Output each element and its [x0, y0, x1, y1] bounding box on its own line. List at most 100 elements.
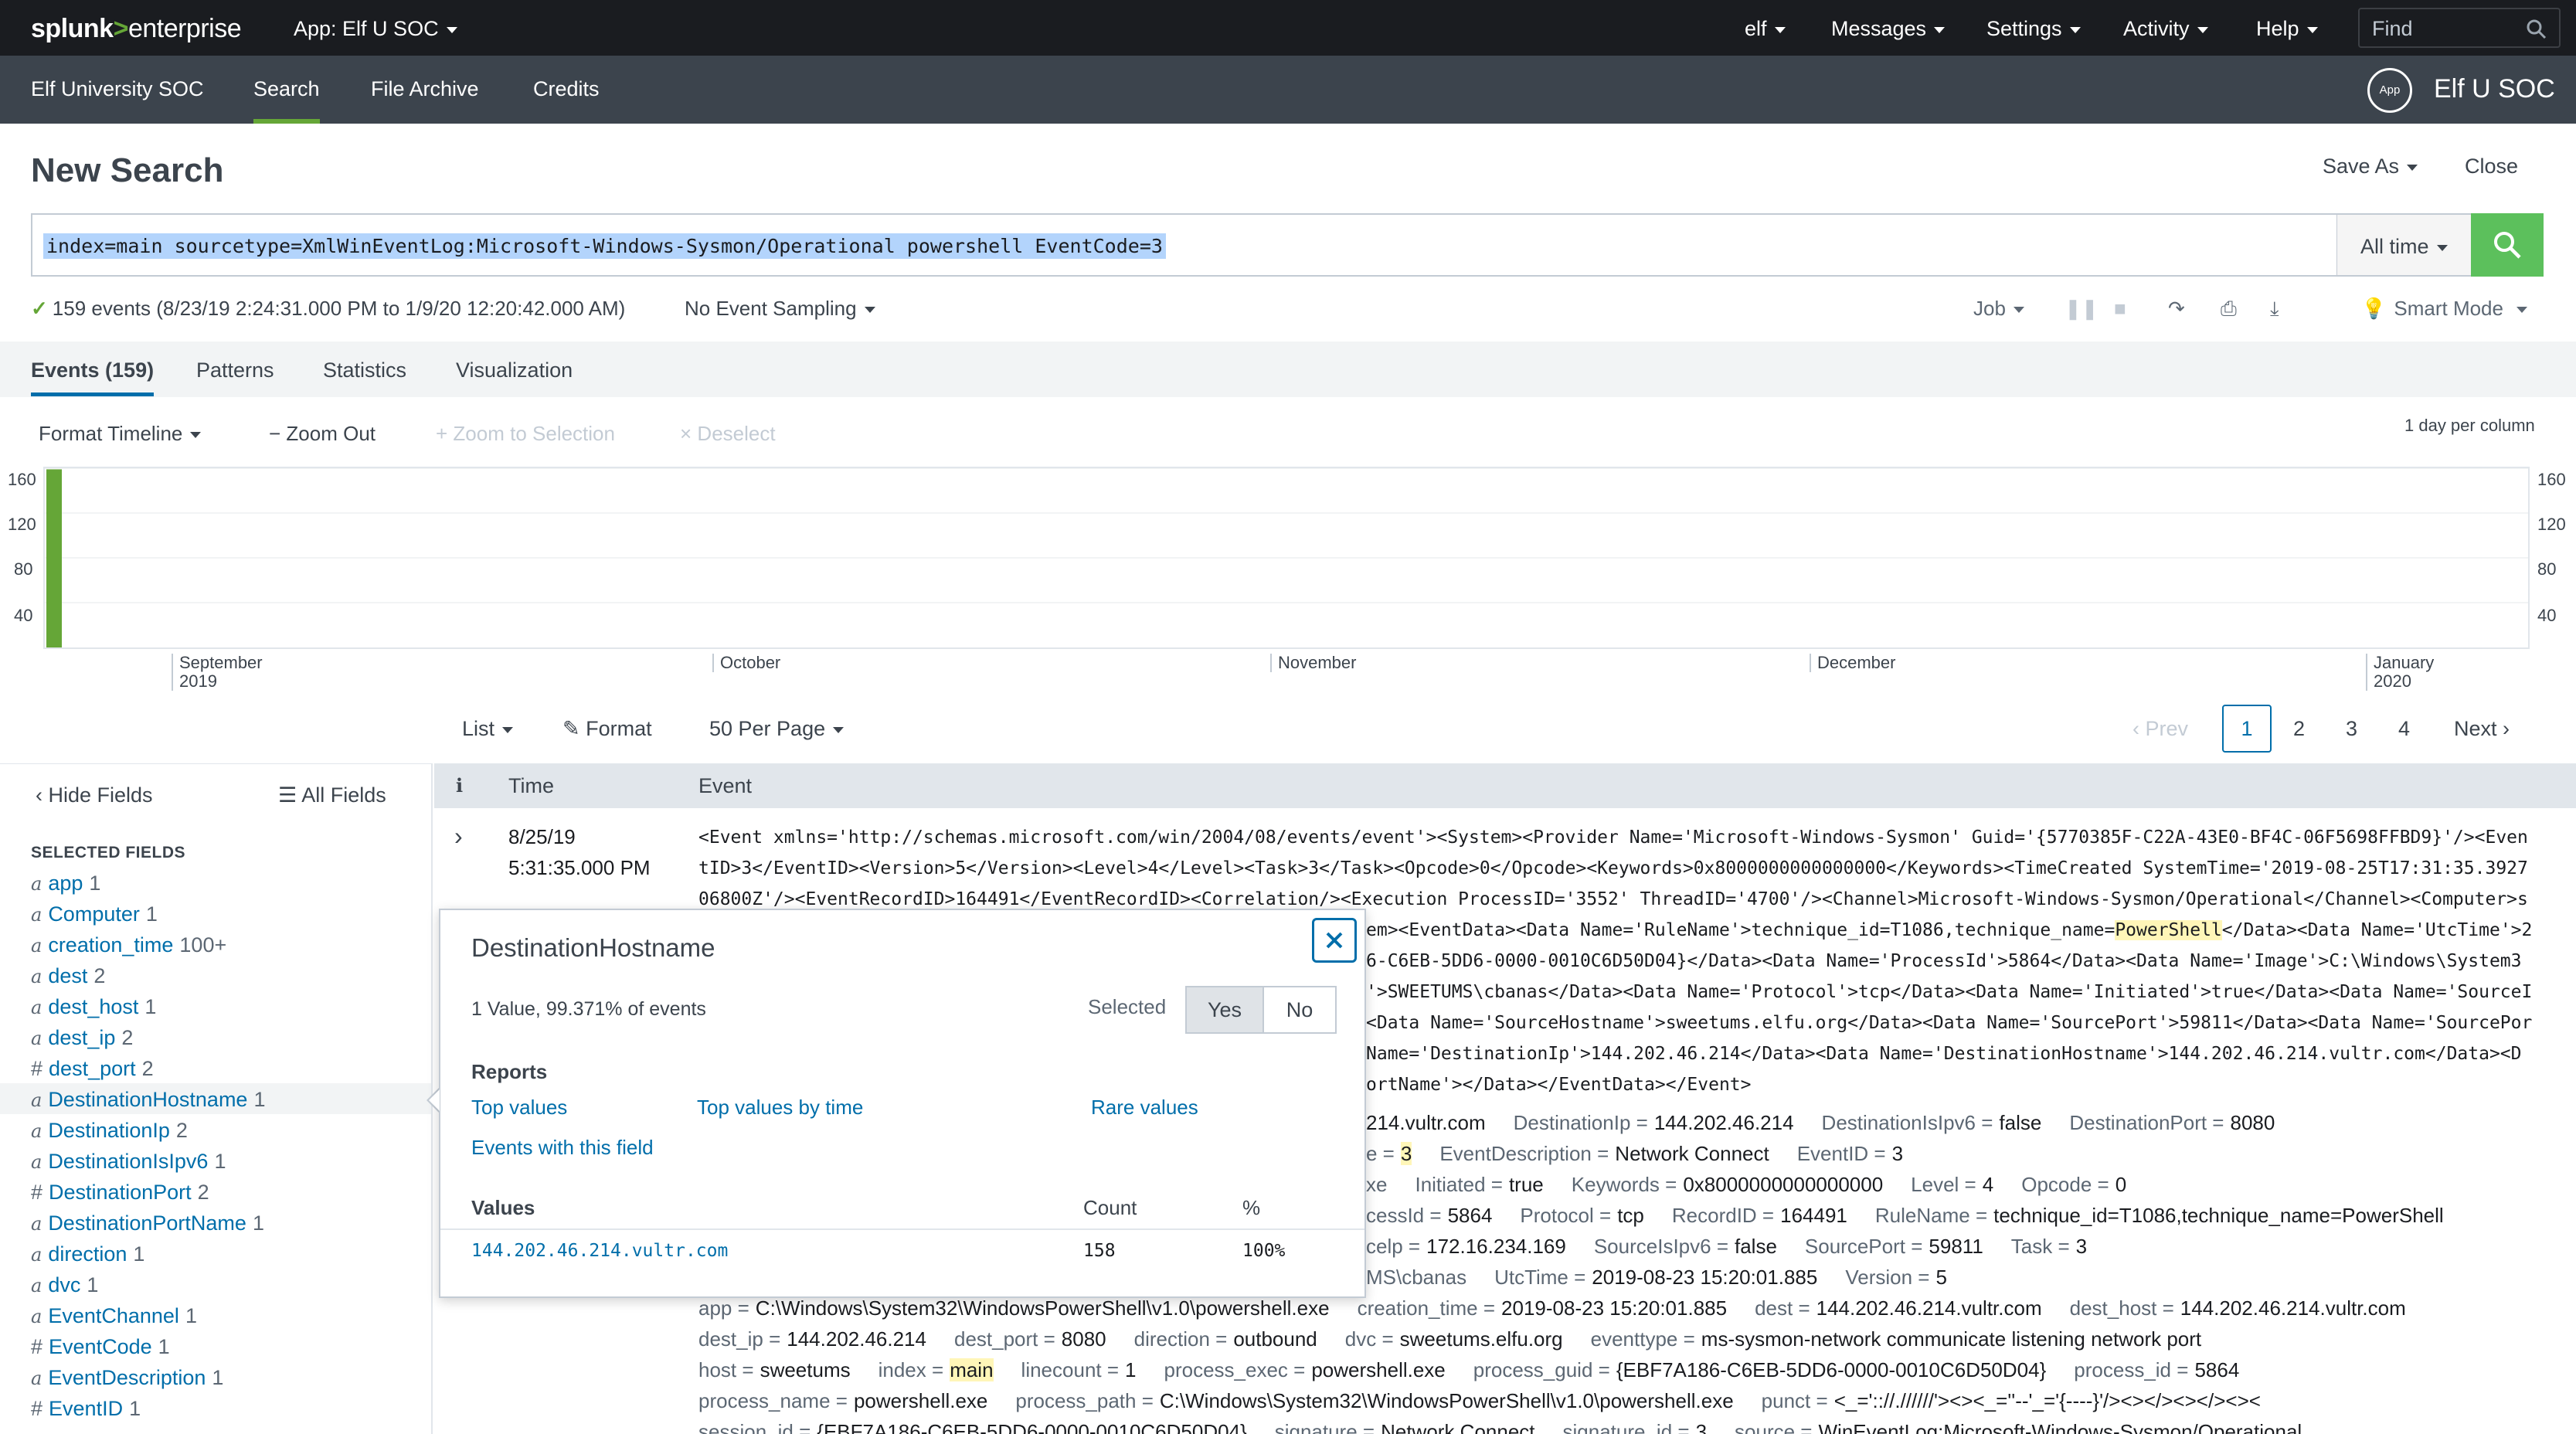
nav-search[interactable]: Search — [253, 77, 320, 124]
event-field-value[interactable]: tcp — [1617, 1204, 1644, 1227]
event-field-value[interactable]: 2019-08-23 15:20:01.885 — [1592, 1266, 1817, 1289]
event-field-value[interactable]: 4 — [1983, 1173, 1993, 1196]
print-icon[interactable]: ⎙ — [2221, 297, 2237, 321]
sidebar-field-dvc[interactable]: a dvc 1 — [31, 1273, 98, 1297]
event-field-value[interactable]: 214.vultr.com — [1366, 1111, 1486, 1134]
event-field-pair[interactable]: DestinationPort = 8080 — [2069, 1111, 2275, 1134]
event-field-pair[interactable]: session_id = {EBF7A186-C6EB-5DD6-0000-001… — [698, 1420, 1247, 1434]
event-field-value[interactable]: 5864 — [1448, 1204, 1493, 1227]
search-mode-menu[interactable]: 💡 Smart Mode — [2361, 297, 2527, 321]
job-menu[interactable]: Job — [1973, 297, 2024, 321]
event-field-value[interactable]: 144.202.46.214 — [787, 1327, 926, 1351]
event-field-value[interactable]: 5864 — [2194, 1358, 2239, 1381]
hide-fields-button[interactable]: ‹ Hide Fields — [36, 783, 153, 807]
event-field-value[interactable]: 3 — [1892, 1142, 1903, 1165]
raw-segment[interactable]: </Data><Data Name='UtcTime'>2 — [2222, 920, 2533, 940]
prev-page-button[interactable]: ‹ Prev — [2133, 717, 2188, 741]
event-field-pair[interactable]: linecount = 1 — [1021, 1358, 1137, 1381]
event-field-value[interactable]: 59811 — [1929, 1235, 1983, 1258]
event-field-value[interactable]: 3 — [1400, 1142, 1412, 1165]
sidebar-field-direction[interactable]: a direction 1 — [31, 1242, 144, 1266]
sidebar-field-dest-host[interactable]: a dest_host 1 — [31, 995, 156, 1019]
event-field-pair[interactable]: process_path = C:\Windows\System32\Window… — [1015, 1389, 1733, 1412]
event-field-pair[interactable]: Protocol = tcp — [1520, 1204, 1643, 1227]
page-2-button[interactable]: 2 — [2293, 717, 2305, 741]
stop-icon[interactable]: ■ — [2114, 297, 2126, 321]
sidebar-field-destinationisipv6[interactable]: a DestinationIsIpv6 1 — [31, 1150, 226, 1174]
event-field-value[interactable]: WinEventLog:Microsoft-Windows-Sysmon/Ope… — [1819, 1420, 2302, 1434]
rare-values-link[interactable]: Rare values — [1091, 1096, 1198, 1120]
sidebar-field-dest[interactable]: a dest 2 — [31, 964, 105, 988]
nav-elf-university-soc[interactable]: Elf University SOC — [31, 77, 204, 101]
events-with-field-link[interactable]: Events with this field — [471, 1136, 654, 1160]
raw-segment[interactable]: PowerShell — [2115, 920, 2222, 940]
sidebar-field-destinationport[interactable]: # DestinationPort 2 — [31, 1181, 209, 1205]
event-field-value[interactable]: main — [950, 1358, 994, 1381]
sidebar-field-eventdescription[interactable]: a EventDescription 1 — [31, 1366, 223, 1390]
selected-no-button[interactable]: No — [1263, 986, 1337, 1034]
event-field-pair[interactable]: punct = <_=':://.//////'><><_=''--'_='{--… — [1762, 1389, 2261, 1412]
event-field-pair[interactable]: UtcTime = 2019-08-23 15:20:01.885 — [1494, 1266, 1817, 1289]
timeline-bar[interactable] — [46, 469, 62, 647]
event-field-pair[interactable]: process_guid = {EBF7A186-C6EB-5DD6-0000-0… — [1473, 1358, 2047, 1381]
event-field-pair[interactable]: SourcePort = 59811 — [1805, 1235, 1983, 1258]
event-field-pair[interactable]: Version = 5 — [1845, 1266, 1947, 1289]
event-field-value[interactable]: ms-sysmon-network communicate listening … — [1701, 1327, 2201, 1351]
event-field-pair[interactable]: creation_time = 2019-08-23 15:20:01.885 — [1358, 1296, 1728, 1320]
raw-segment[interactable]: ortName'></Data></EventData></Event> — [1366, 1075, 1752, 1095]
search-icon[interactable] — [2527, 19, 2547, 39]
sidebar-field-dest-ip[interactable]: a dest_ip 2 — [31, 1026, 133, 1050]
raw-segment[interactable]: '>SWEETUMS\cbanas</Data><Data Name='Prot… — [1366, 982, 2532, 1002]
per-page-menu[interactable]: 50 Per Page — [709, 717, 844, 741]
sidebar-field-eventcode[interactable]: # EventCode 1 — [31, 1335, 170, 1359]
page-4-button[interactable]: 4 — [2398, 717, 2410, 741]
event-field-pair[interactable]: DestinationIsIpv6 = false — [1822, 1111, 2042, 1134]
event-field-value[interactable]: technique_id=T1086,technique_name=PowerS… — [1993, 1204, 2444, 1227]
raw-segment[interactable]: tID>3</EventID><Version>5</Version><Leve… — [698, 858, 2528, 878]
event-field-value[interactable]: 8080 — [1062, 1327, 1106, 1351]
sidebar-field-app[interactable]: a app 1 — [31, 872, 100, 895]
all-fields-button[interactable]: ☰ All Fields — [278, 783, 386, 807]
raw-segment[interactable]: 6-C6EB-5DD6-0000-0010C6D50D04}</Data><Da… — [1366, 951, 2522, 971]
event-field-pair[interactable]: dest_host = 144.202.46.214.vultr.com — [2070, 1296, 2406, 1320]
format-button[interactable]: ✎ Format — [562, 717, 652, 741]
event-field-value[interactable]: 3 — [2076, 1235, 2087, 1258]
event-field-pair[interactable]: Keywords = 0x8000000000000000 — [1572, 1173, 1883, 1196]
event-field-value[interactable]: {EBF7A186-C6EB-5DD6-0000-0010C6D50D04} — [1616, 1358, 2046, 1381]
sidebar-field-dest-port[interactable]: # dest_port 2 — [31, 1057, 154, 1081]
splunk-logo[interactable]: splunk>enterprise — [31, 14, 242, 44]
event-field-value[interactable]: C:\Windows\System32\WindowsPowerShell\v1… — [1160, 1389, 1734, 1412]
event-field-value[interactable]: {EBF7A186-C6EB-5DD6-0000-0010C6D50D04} — [817, 1420, 1246, 1434]
raw-segment[interactable]: 06800Z'/><EventRecordID>164491</EventRec… — [698, 889, 2528, 909]
event-field-value[interactable]: 0 — [2116, 1173, 2126, 1196]
sidebar-field-destinationip[interactable]: a DestinationIp 2 — [31, 1119, 188, 1143]
messages-menu[interactable]: Messages — [1831, 17, 1945, 41]
time-column-header[interactable]: Time — [508, 774, 554, 798]
search-input[interactable]: index=main sourcetype=XmlWinEventLog:Mic… — [31, 213, 2542, 277]
nav-file-archive[interactable]: File Archive — [371, 77, 479, 101]
find-input[interactable] — [2360, 9, 2514, 49]
event-field-value[interactable]: false — [1735, 1235, 1777, 1258]
sidebar-field-creation-time[interactable]: a creation_time 100+ — [31, 933, 226, 957]
zoom-to-selection-button[interactable]: + Zoom to Selection — [436, 422, 615, 446]
next-page-button[interactable]: Next › — [2454, 717, 2510, 741]
raw-segment[interactable]: Name='DestinationIp'>144.202.46.214</Dat… — [1366, 1044, 2522, 1064]
tab-patterns[interactable]: Patterns — [196, 358, 274, 382]
event-field-pair[interactable]: cessId = 5864 — [1366, 1204, 1492, 1227]
event-field-pair[interactable]: direction = outbound — [1134, 1327, 1317, 1351]
event-field-pair[interactable]: dvc = sweetums.elfu.org — [1345, 1327, 1563, 1351]
top-values-by-time-link[interactable]: Top values by time — [697, 1096, 863, 1120]
user-menu[interactable]: elf — [1745, 17, 1786, 41]
event-field-value[interactable]: 144.202.46.214.vultr.com — [1816, 1296, 2042, 1320]
event-field-value[interactable]: sweetums.elfu.org — [1400, 1327, 1563, 1351]
sidebar-field-computer[interactable]: a Computer 1 — [31, 902, 158, 926]
event-field-pair[interactable]: dest = 144.202.46.214.vultr.com — [1755, 1296, 2042, 1320]
event-field-value[interactable]: powershell.exe — [1311, 1358, 1445, 1381]
event-field-value[interactable]: sweetums — [760, 1358, 851, 1381]
event-field-pair[interactable]: xe — [1366, 1173, 1387, 1196]
sidebar-field-destinationportname[interactable]: a DestinationPortName 1 — [31, 1211, 264, 1235]
app-menu[interactable]: App: Elf U SOC — [294, 17, 457, 41]
popup-close-button[interactable] — [1312, 918, 1357, 963]
event-field-pair[interactable]: DestinationIp = 144.202.46.214 — [1514, 1111, 1794, 1134]
raw-segment[interactable]: <Event xmlns='http://schemas.microsoft.c… — [698, 827, 2528, 848]
